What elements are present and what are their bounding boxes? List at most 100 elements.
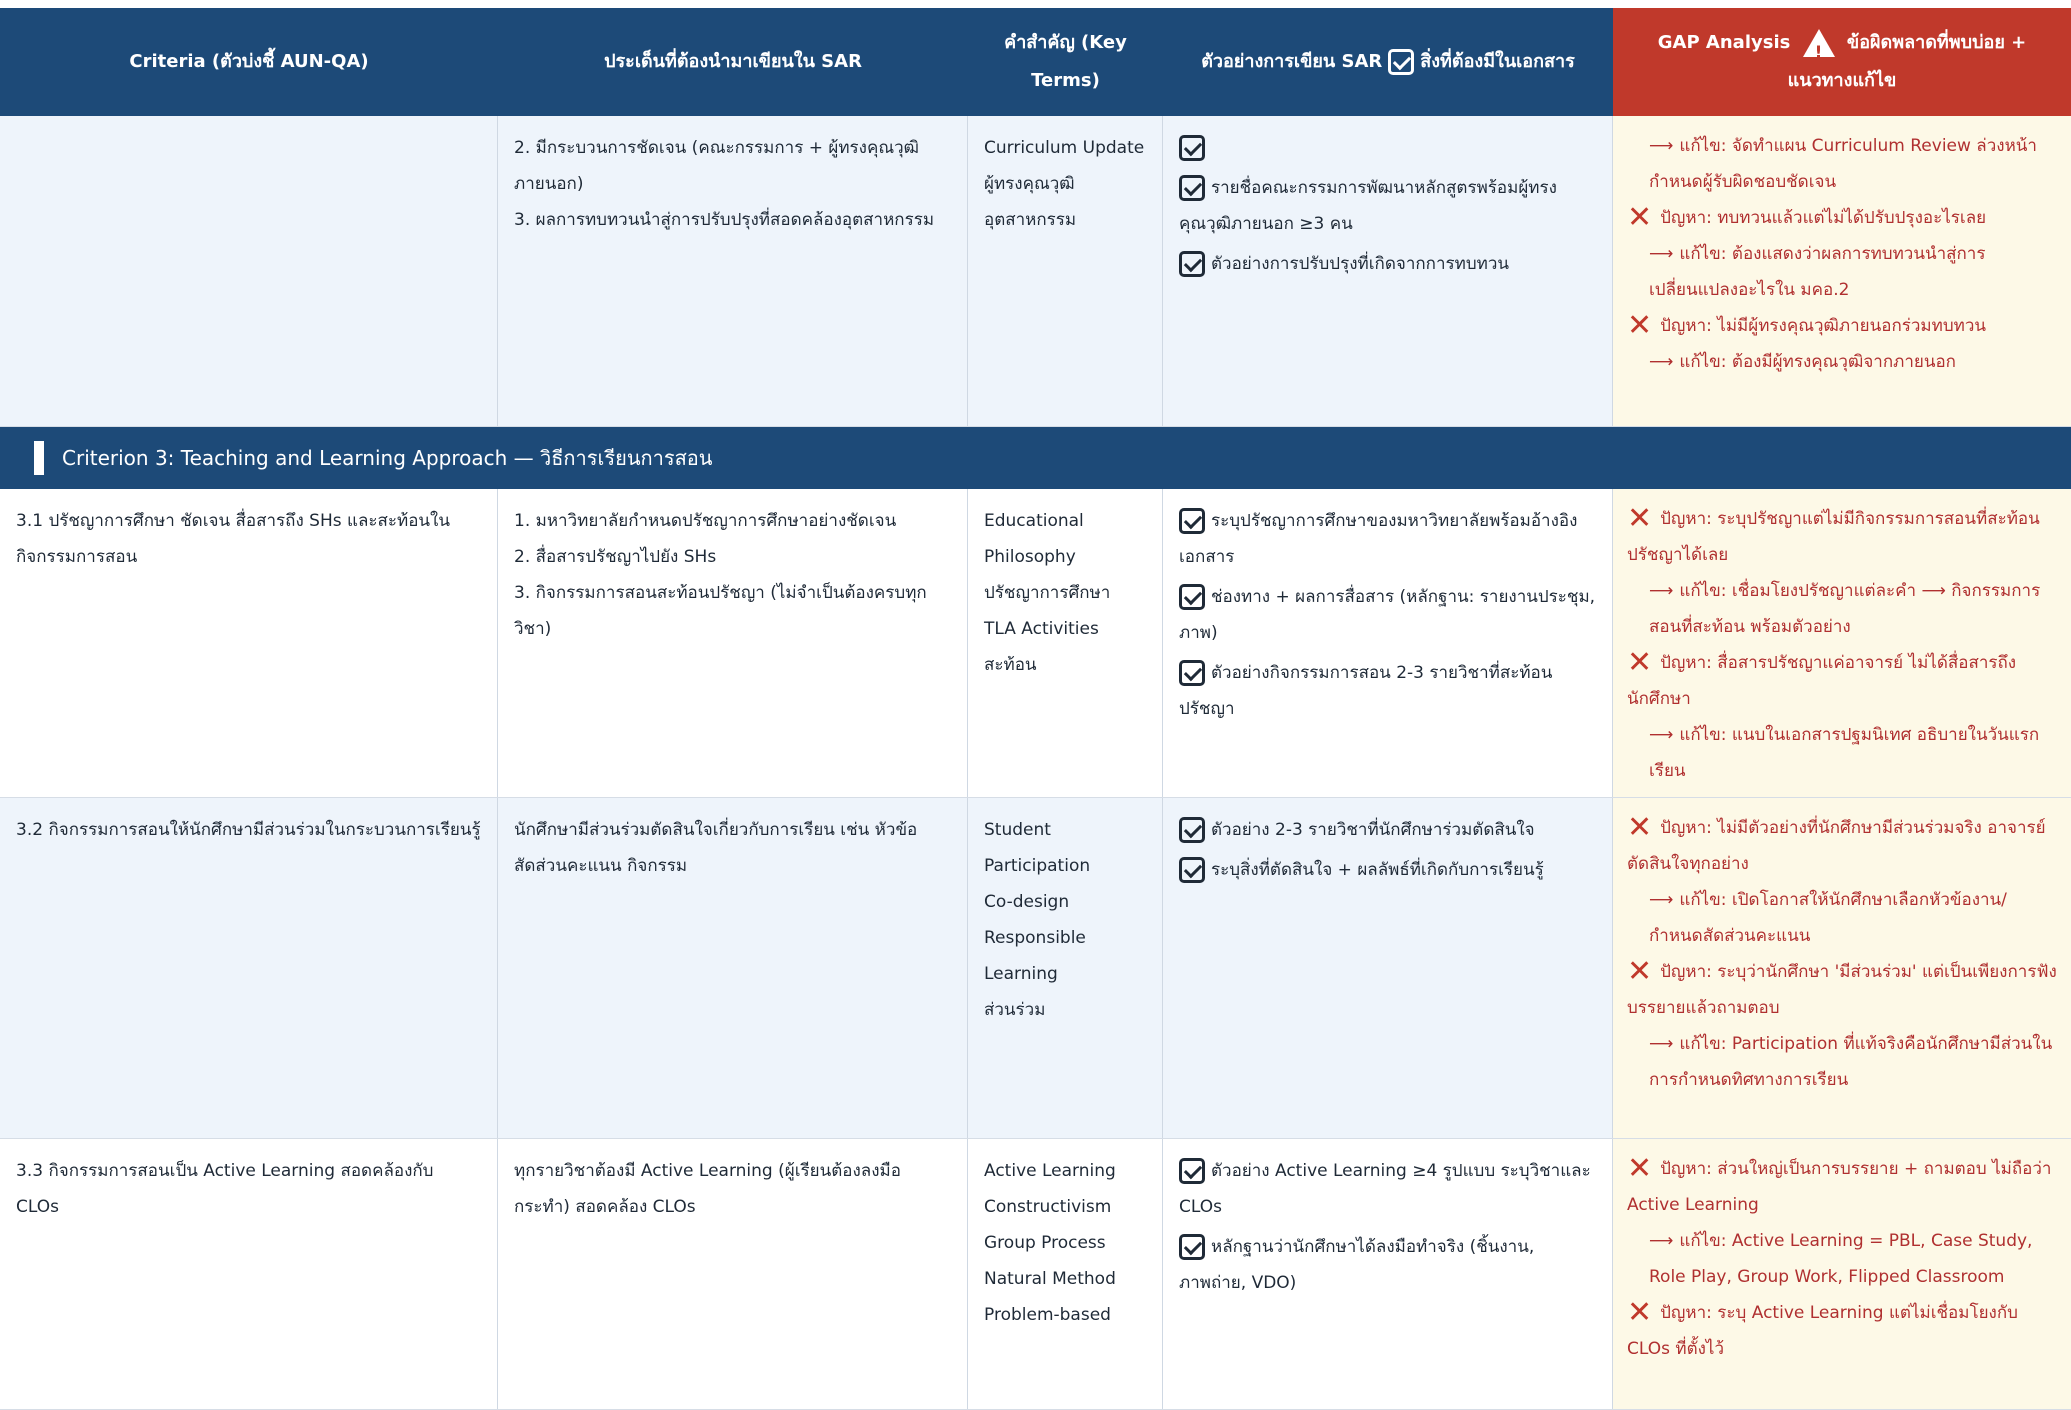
gap-problem: ✕ ปัญหา: ระบุว่านักศึกษา 'มีส่วนร่วม' แต่… bbox=[1627, 954, 2057, 1026]
points-cell: 2. มีกระบวนการชัดเจน (คณะกรรมการ + ผู้ทร… bbox=[498, 116, 968, 426]
sar-cell: รายชื่อคณะกรรมการพัฒนาหลักสูตรพร้อมผู้ทร… bbox=[1163, 116, 1613, 426]
gap-fix: ⟶ แก้ไข: Participation ที่แท้จริงคือนักศึ… bbox=[1627, 1026, 2057, 1098]
criteria-cell: 3.3 กิจกรรมการสอนเป็น Active Learning สอ… bbox=[0, 1139, 498, 1409]
list-item: ผู้ทรงคุณวุฒิ bbox=[984, 174, 1075, 194]
checklist-text: หลักฐานว่านักศึกษาได้ลงมือทำจริง (ชิ้นงา… bbox=[1179, 1237, 1535, 1293]
list-item: Natural Method bbox=[984, 1269, 1116, 1289]
terms-cell: Active Learning Constructivism Group Proce… bbox=[968, 1139, 1163, 1409]
aun-qa-table: Criteria (ตัวบ่งชี้ AUN-QA) ประเด็นที่ต้… bbox=[0, 8, 2071, 1410]
checklist-item: ตัวอย่างการปรับปรุงที่เกิดจากการทบทวน bbox=[1179, 246, 1596, 282]
section-bar bbox=[34, 441, 44, 475]
checklist-item: หลักฐานว่านักศึกษาได้ลงมือทำจริง (ชิ้นงา… bbox=[1179, 1229, 1596, 1301]
list-item: ส่วนร่วม bbox=[984, 1000, 1046, 1020]
list-item: 2. มีกระบวนการชัดเจน (คณะกรรมการ + ผู้ทร… bbox=[514, 138, 920, 194]
header-doc-label: สิ่งที่ต้องมีในเอกสาร bbox=[1420, 51, 1575, 72]
list-item: ทุกรายวิชาต้องมี Active Learning (ผู้เรี… bbox=[514, 1161, 901, 1217]
header-gap-label: GAP Analysis bbox=[1657, 32, 1791, 53]
criteria-cell: 3.1 ปรัชญาการศึกษา ชัดเจน สื่อสารถึง SHs… bbox=[0, 489, 498, 797]
gap-fix: ⟶ แก้ไข: ต้องแสดงว่าผลการทบทวนนำสู่การเปล… bbox=[1627, 236, 2057, 308]
gap-fix: ⟶ แก้ไข: ต้องมีผู้ทรงคุณวุฒิจากภายนอก bbox=[1627, 344, 2057, 380]
arrow-icon: ⟶ bbox=[1649, 581, 1674, 601]
sar-cell: ระบุปรัชญาการศึกษาของมหาวิทยาลัยพร้อมอ้า… bbox=[1163, 489, 1613, 797]
checklist-text: ตัวอย่าง 2-3 รายวิชาที่นักศึกษาร่วมตัดสิ… bbox=[1211, 820, 1535, 840]
gap-text: ปัญหา: ไม่มีผู้ทรงคุณวุฒิภายนอกร่วมทบทวน bbox=[1660, 316, 1986, 336]
gap-problem: ✕ ปัญหา: สื่อสารปรัชญาแค่อาจารย์ ไม่ได้สื… bbox=[1627, 645, 2057, 717]
list-item: สะท้อน bbox=[984, 655, 1037, 675]
checklist-item: ตัวอย่าง 2-3 รายวิชาที่นักศึกษาร่วมตัดสิ… bbox=[1179, 812, 1596, 848]
checklist-item bbox=[1179, 130, 1596, 166]
checklist-text: รายชื่อคณะกรรมการพัฒนาหลักสูตรพร้อมผู้ทร… bbox=[1179, 178, 1557, 234]
gap-fix: ⟶ แก้ไข: เชื่อมโยงปรัชญาแต่ละคำ ⟶ กิจกรรม… bbox=[1627, 573, 2057, 645]
checkbox-icon bbox=[1179, 175, 1205, 201]
list-item: Co-design bbox=[984, 892, 1070, 912]
gap-problem: ✕ ปัญหา: ทบทวนแล้วแต่ไม่ได้ปรับปรุงอะไรเล… bbox=[1627, 200, 2057, 236]
arrow-icon: ⟶ bbox=[1649, 890, 1674, 910]
checkbox-icon bbox=[1179, 251, 1205, 277]
gap-text: แก้ไข: Active Learning = PBL, Case Study… bbox=[1649, 1231, 2033, 1287]
points-cell: 1. มหาวิทยาลัยกำหนดปรัชญาการศึกษาอย่างชั… bbox=[498, 489, 968, 797]
checklist-item: ตัวอย่าง Active Learning ≥4 รูปแบบ ระบุว… bbox=[1179, 1153, 1596, 1225]
list-item: Responsible Learning bbox=[984, 928, 1086, 984]
table-row: 3.2 กิจกรรมการสอนให้นักศึกษามีส่วนร่วมใน… bbox=[0, 798, 2071, 1139]
gap-text: ปัญหา: ทบทวนแล้วแต่ไม่ได้ปรับปรุงอะไรเลย bbox=[1660, 208, 1987, 228]
checklist-item: ระบุสิ่งที่ตัดสินใจ + ผลลัพธ์ที่เกิดกับก… bbox=[1179, 852, 1596, 888]
table-header: Criteria (ตัวบ่งชี้ AUN-QA) ประเด็นที่ต้… bbox=[0, 8, 2071, 116]
arrow-icon: ⟶ bbox=[1649, 244, 1674, 264]
section-header-criterion-3: Criterion 3: Teaching and Learning Appro… bbox=[0, 427, 2071, 489]
cross-icon: ✕ bbox=[1627, 1295, 1653, 1330]
arrow-icon: ⟶ bbox=[1649, 136, 1674, 156]
gap-text: ปัญหา: สื่อสารปรัชญาแค่อาจารย์ ไม่ได้สื่… bbox=[1627, 653, 2017, 709]
header-points: ประเด็นที่ต้องนำมาเขียนใน SAR bbox=[604, 51, 862, 72]
criteria-cell: 3.2 กิจกรรมการสอนให้นักศึกษามีส่วนร่วมใน… bbox=[0, 798, 498, 1138]
gap-cell: ✕ ปัญหา: ไม่มีตัวอย่างที่นักศึกษามีส่วนร่… bbox=[1613, 798, 2071, 1138]
arrow-icon: ⟶ bbox=[1649, 1231, 1674, 1251]
gap-text: แก้ไข: Participation ที่แท้จริงคือนักศึก… bbox=[1649, 1034, 2053, 1090]
list-item: Group Process bbox=[984, 1233, 1106, 1253]
checklist-item: รายชื่อคณะกรรมการพัฒนาหลักสูตรพร้อมผู้ทร… bbox=[1179, 170, 1596, 242]
gap-problem: ✕ ปัญหา: ระบุ Active Learning แต่ไม่เชื่อ… bbox=[1627, 1295, 2057, 1367]
checkbox-icon bbox=[1179, 508, 1205, 534]
table-row: 3.3 กิจกรรมการสอนเป็น Active Learning สอ… bbox=[0, 1139, 2071, 1410]
gap-text: แก้ไข: จัดทำแผน Curriculum Review ล่วงหน… bbox=[1649, 136, 2037, 192]
arrow-icon: ⟶ bbox=[1649, 352, 1674, 372]
list-item: Constructivism bbox=[984, 1197, 1112, 1217]
checklist-item: ตัวอย่างกิจกรรมการสอน 2-3 รายวิชาที่สะท้… bbox=[1179, 655, 1596, 727]
list-item: 3. ผลการทบทวนนำสู่การปรับปรุงที่สอดคล้อง… bbox=[514, 210, 935, 230]
gap-text: แก้ไข: ต้องมีผู้ทรงคุณวุฒิจากภายนอก bbox=[1679, 352, 1956, 372]
checkbox-icon bbox=[1179, 817, 1205, 843]
cross-icon: ✕ bbox=[1627, 954, 1653, 989]
header-sar-example: ตัวอย่างการเขียน SAR สิ่งที่ต้องมีในเอกส… bbox=[1163, 8, 1613, 116]
gap-text: ปัญหา: ระบุ Active Learning แต่ไม่เชื่อม… bbox=[1627, 1303, 2018, 1359]
checkbox-icon bbox=[1179, 857, 1205, 883]
cross-icon: ✕ bbox=[1627, 200, 1653, 235]
list-item: นักศึกษามีส่วนร่วมตัดสินใจเกี่ยวกับการเร… bbox=[514, 820, 918, 876]
gap-cell: ✕ ปัญหา: ส่วนใหญ่เป็นการบรรยาย + ถามตอบ ไ… bbox=[1613, 1139, 2071, 1409]
checkbox-icon bbox=[1179, 584, 1205, 610]
header-key-terms: คำสำคัญ (Key Terms) bbox=[1004, 32, 1127, 91]
gap-problem: ✕ ปัญหา: ไม่มีผู้ทรงคุณวุฒิภายนอกร่วมทบทว… bbox=[1627, 308, 2057, 344]
checklist-text: ตัวอย่างการปรับปรุงที่เกิดจากการทบทวน bbox=[1211, 254, 1509, 274]
list-item: 3. กิจกรรมการสอนสะท้อนปรัชญา (ไม่จำเป็นต… bbox=[514, 583, 927, 639]
section-title: Criterion 3: Teaching and Learning Appro… bbox=[62, 446, 713, 470]
checkbox-icon bbox=[1179, 1158, 1205, 1184]
cross-icon: ✕ bbox=[1627, 1151, 1653, 1186]
arrow-icon: ⟶ bbox=[1649, 1034, 1674, 1054]
list-item: 2. สื่อสารปรัชญาไปยัง SHs bbox=[514, 547, 717, 567]
checklist-text: ตัวอย่าง Active Learning ≥4 รูปแบบ ระบุว… bbox=[1179, 1161, 1591, 1217]
checklist-text: ช่องทาง + ผลการสื่อสาร (หลักฐาน: รายงานป… bbox=[1179, 587, 1596, 643]
list-item: 1. มหาวิทยาลัยกำหนดปรัชญาการศึกษาอย่างชั… bbox=[514, 511, 897, 531]
list-item: Educational Philosophy bbox=[984, 511, 1084, 567]
checklist-item: ช่องทาง + ผลการสื่อสาร (หลักฐาน: รายงานป… bbox=[1179, 579, 1596, 651]
list-item: Problem-based bbox=[984, 1305, 1111, 1325]
gap-fix: ⟶ แก้ไข: Active Learning = PBL, Case Stud… bbox=[1627, 1223, 2057, 1295]
gap-text: ปัญหา: ระบุปรัชญาแต่ไม่มีกิจกรรมการสอนที… bbox=[1627, 509, 2040, 565]
gap-text: แก้ไข: แนบในเอกสารปฐมนิเทศ อธิบายในวันแร… bbox=[1649, 725, 2040, 781]
list-item: TLA Activities bbox=[984, 619, 1099, 639]
criteria-cell bbox=[0, 116, 498, 426]
checkbox-icon bbox=[1179, 660, 1205, 686]
header-criteria: Criteria (ตัวบ่งชี้ AUN-QA) bbox=[129, 51, 369, 72]
checklist-text: ตัวอย่างกิจกรรมการสอน 2-3 รายวิชาที่สะท้… bbox=[1179, 663, 1553, 719]
gap-text: ปัญหา: ไม่มีตัวอย่างที่นักศึกษามีส่วนร่ว… bbox=[1627, 818, 2046, 874]
terms-cell: Curriculum Update ผู้ทรงคุณวุฒิ อุตสาหกรรม bbox=[968, 116, 1163, 426]
gap-cell: ⟶ แก้ไข: จัดทำแผน Curriculum Review ล่วงห… bbox=[1613, 116, 2071, 426]
